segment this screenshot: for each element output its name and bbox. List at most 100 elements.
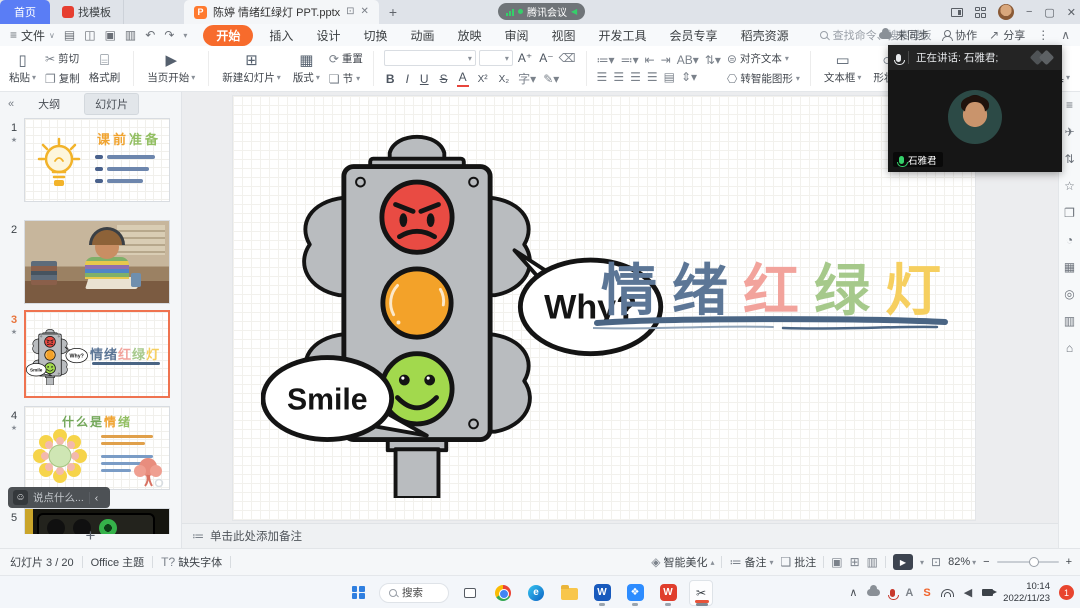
- paste-button[interactable]: ▯ 粘贴▾: [6, 53, 39, 85]
- align-right-icon[interactable]: ☰: [630, 71, 641, 83]
- missing-font-button[interactable]: T? 缺失字体: [161, 554, 222, 570]
- numbered-list-icon[interactable]: ≕▾: [621, 54, 639, 66]
- resource-box-icon[interactable]: ⌂: [1066, 341, 1073, 355]
- adjust-settings-icon[interactable]: ⇅: [1064, 152, 1074, 166]
- current-slide[interactable]: 情 绪 红 绿 灯: [233, 96, 975, 520]
- menu-developer[interactable]: 开发工具: [592, 26, 654, 45]
- slide-layout-button[interactable]: ▦ 版式▾: [290, 53, 323, 85]
- print-icon[interactable]: ▣: [105, 29, 116, 41]
- smart-beautify-button[interactable]: ◈ 智能美化▴: [651, 554, 714, 570]
- notes-bar[interactable]: ≔ 单击此处添加备注: [182, 523, 1058, 548]
- screenshot-tool-app[interactable]: ✂: [689, 580, 713, 606]
- share-button[interactable]: ↗ 分享: [989, 27, 1025, 43]
- menu-animation[interactable]: 动画: [403, 26, 441, 45]
- reset-button[interactable]: ⟳重置: [329, 51, 363, 66]
- screen-share-icon[interactable]: ⊡: [346, 7, 354, 17]
- zoom-slider[interactable]: [997, 561, 1059, 563]
- collapse-ribbon-icon[interactable]: ∧: [1061, 29, 1070, 41]
- align-left-icon[interactable]: ☰: [597, 71, 608, 83]
- reading-book-icon[interactable]: ▥: [1064, 314, 1075, 328]
- line-spacing-icon[interactable]: ⇕▾: [681, 71, 697, 83]
- comments-button[interactable]: ❑ 批注: [780, 554, 816, 570]
- superscript-button[interactable]: X²: [476, 74, 490, 85]
- cloud-tray-icon[interactable]: [867, 589, 880, 596]
- redo-icon[interactable]: ↷: [164, 29, 174, 41]
- undo-icon[interactable]: ↶: [145, 29, 155, 41]
- normal-view-icon[interactable]: ▣: [831, 556, 842, 568]
- notification-badge[interactable]: 1: [1059, 585, 1074, 600]
- text-box-button[interactable]: ▭ 文本框▾: [821, 53, 865, 85]
- account-avatar[interactable]: [998, 4, 1014, 20]
- font-size-select[interactable]: ▾: [479, 50, 513, 66]
- section-button[interactable]: ❏节▾: [329, 71, 363, 86]
- camera-tray-icon[interactable]: [982, 589, 993, 596]
- file-explorer-app[interactable]: [557, 580, 581, 606]
- emoji-icon[interactable]: ☺: [13, 490, 28, 505]
- start-button[interactable]: [346, 580, 370, 606]
- play-from-current-button[interactable]: ▶ 当页开始▾: [144, 53, 198, 85]
- collapse-chat-icon[interactable]: ‹: [95, 492, 99, 504]
- collapse-sidebar-icon[interactable]: ≡: [1066, 98, 1073, 112]
- close-button[interactable]: ✕: [1067, 6, 1076, 19]
- new-tab-button[interactable]: +: [389, 4, 397, 20]
- microphone-tray-icon[interactable]: [890, 589, 895, 597]
- export-icon[interactable]: ◫: [84, 29, 95, 41]
- slideshow-play-button[interactable]: ▶: [893, 554, 913, 570]
- text-effect-icon[interactable]: 字▾: [518, 73, 536, 85]
- align-text-button[interactable]: ⊜对齐文本▾: [727, 51, 800, 66]
- increase-indent-icon[interactable]: ⇥: [661, 54, 671, 66]
- menu-docer-resource[interactable]: 稻壳资源: [734, 26, 796, 45]
- meeting-chat-bar[interactable]: ☺ 说点什么... ‹: [8, 487, 110, 508]
- single-window-icon[interactable]: [951, 8, 963, 17]
- text-direction-icon[interactable]: AB▾: [677, 54, 699, 66]
- more-options-icon[interactable]: ⋮: [1037, 29, 1049, 41]
- star-effects-icon[interactable]: ☆: [1064, 179, 1075, 193]
- copy-button[interactable]: ❐复制: [45, 71, 80, 86]
- fit-to-window-icon[interactable]: ⊡: [931, 556, 941, 568]
- tab-slides[interactable]: 幻灯片: [84, 93, 139, 115]
- align-center-icon[interactable]: ☰: [613, 71, 624, 83]
- menu-transition[interactable]: 切换: [356, 26, 394, 45]
- menu-slideshow[interactable]: 放映: [450, 26, 488, 45]
- theme-name[interactable]: Office 主题: [91, 554, 145, 570]
- meeting-overlay[interactable]: 正在讲话: 石雅君; 石雅君: [888, 45, 1062, 172]
- menu-view[interactable]: 视图: [545, 26, 583, 45]
- notes-placeholder[interactable]: 单击此处添加备注: [210, 528, 302, 544]
- highlight-color-icon[interactable]: ✎▾: [543, 73, 559, 85]
- tencent-meeting-app[interactable]: ❖: [623, 580, 647, 606]
- restore-button[interactable]: ▢: [1044, 6, 1054, 19]
- word-app[interactable]: W: [590, 580, 614, 606]
- clock[interactable]: 10:14 2022/11/23: [1003, 581, 1050, 605]
- quickbar-more-icon[interactable]: ▾: [183, 31, 187, 40]
- chart-edit-icon[interactable]: ▦: [1064, 260, 1075, 274]
- clear-format-icon[interactable]: ⌫: [559, 52, 576, 64]
- tab-home[interactable]: 首页: [0, 0, 50, 24]
- subscript-button[interactable]: X₂: [497, 74, 512, 85]
- tray-app-a-icon[interactable]: A: [905, 587, 913, 599]
- task-view-button[interactable]: [458, 580, 482, 606]
- edge-app[interactable]: e: [524, 580, 548, 606]
- zoom-slider-knob[interactable]: [1029, 557, 1039, 567]
- to-smart-graphic-button[interactable]: ⎔转智能图形▾: [727, 71, 800, 86]
- location-icon[interactable]: ◎: [1064, 287, 1074, 301]
- increase-font-button[interactable]: A⁺: [516, 51, 534, 65]
- file-menu[interactable]: ≡ 文件 ∨: [10, 27, 55, 44]
- decrease-indent-icon[interactable]: ⇤: [645, 54, 655, 66]
- slide-thumbnail-3[interactable]: 情绪红绿灯: [24, 310, 170, 398]
- underline-button[interactable]: U: [418, 72, 431, 86]
- zoom-out-button[interactable]: −: [983, 556, 989, 568]
- font-color-button[interactable]: A: [457, 71, 469, 86]
- chat-input-placeholder[interactable]: 说点什么...: [33, 490, 84, 505]
- wifi-icon[interactable]: [941, 589, 954, 597]
- rocket-icon[interactable]: ✈: [1064, 125, 1074, 139]
- menu-insert[interactable]: 插入: [262, 26, 300, 45]
- wps-app[interactable]: W: [656, 580, 680, 606]
- volume-icon[interactable]: ◀: [964, 586, 972, 599]
- copy-pages-icon[interactable]: ❐: [1064, 206, 1075, 220]
- taskbar-search[interactable]: 搜索: [379, 583, 449, 603]
- menu-review[interactable]: 审阅: [498, 26, 536, 45]
- play-options-caret[interactable]: ▾: [920, 558, 924, 567]
- tab-find-template[interactable]: 找模板: [50, 0, 124, 24]
- cut-button[interactable]: ✂剪切: [45, 51, 80, 66]
- close-tab-icon[interactable]: ✕: [361, 7, 369, 17]
